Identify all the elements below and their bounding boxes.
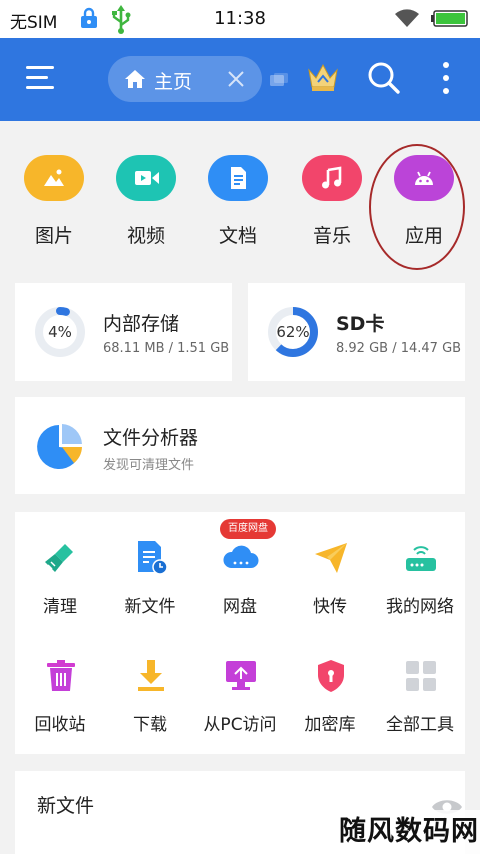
trash-icon <box>47 660 75 691</box>
tool-all-tools[interactable]: 全部工具 <box>375 658 465 758</box>
category-label: 文档 <box>218 225 257 247</box>
pie-chart-icon <box>37 424 82 469</box>
wifi-icon <box>395 9 419 27</box>
storage-detail: 68.11 MB / 1.51 GB <box>103 341 230 356</box>
category-label: 视频 <box>126 225 165 247</box>
home-tab[interactable]: 主页 <box>108 56 262 102</box>
close-icon[interactable] <box>226 69 246 89</box>
document-icon <box>208 155 268 201</box>
file-analyzer-card[interactable]: 文件分析器 发现可清理文件 <box>15 397 465 494</box>
storage-title: SD卡 <box>336 313 385 335</box>
category-label: 音乐 <box>312 225 351 247</box>
tools-grid: 清理 新文件 网盘 快传 我的网络 回收站 下载 从PC访问 加密库 全部工具 <box>15 512 465 754</box>
tool-pc-access[interactable]: 从PC访问 <box>195 658 285 758</box>
category-videos[interactable]: 视频 <box>106 155 186 265</box>
storage-title: 内部存储 <box>103 313 180 335</box>
cloud-disk-badge: 百度网盘 <box>220 519 276 539</box>
internal-storage-card[interactable]: 4% 内部存储 68.11 MB / 1.51 GB <box>15 283 232 381</box>
storage-detail: 8.92 GB / 14.47 GB <box>336 341 462 356</box>
broom-icon <box>45 544 73 572</box>
tabs-icon[interactable] <box>270 73 288 87</box>
battery-icon <box>431 10 468 27</box>
tool-recycle-bin[interactable]: 回收站 <box>15 658 105 758</box>
tool-label: 全部工具 <box>386 715 454 735</box>
menu-icon[interactable] <box>26 62 58 94</box>
category-music[interactable]: 音乐 <box>292 155 372 265</box>
analyzer-subtitle: 发现可清理文件 <box>103 458 195 473</box>
tool-cloud-disk[interactable]: 网盘 <box>195 540 285 640</box>
crown-icon[interactable] <box>306 60 340 94</box>
sd-card-storage-card[interactable]: 62% SD卡 8.92 GB / 14.47 GB <box>248 283 465 381</box>
app-header: 主页 <box>0 38 480 121</box>
home-icon <box>125 70 145 88</box>
more-icon[interactable] <box>436 60 456 96</box>
search-icon[interactable] <box>366 60 402 96</box>
music-icon <box>302 155 362 201</box>
new-files-title: 新文件 <box>37 795 95 817</box>
tool-new-files[interactable]: 新文件 <box>105 540 195 640</box>
download-icon <box>138 660 164 691</box>
tool-label: 我的网络 <box>386 597 454 617</box>
paper-plane-icon <box>315 543 347 573</box>
image-icon <box>24 155 84 201</box>
category-images[interactable]: 图片 <box>14 155 94 265</box>
all-tools-icon <box>406 661 436 691</box>
video-icon <box>116 155 176 201</box>
home-tab-label: 主页 <box>154 71 193 93</box>
highlight-annotation <box>369 144 465 270</box>
vault-icon <box>318 660 344 692</box>
tool-vault[interactable]: 加密库 <box>285 658 375 758</box>
pc-access-icon <box>226 661 256 690</box>
tool-quick-transfer[interactable]: 快传 <box>285 540 375 640</box>
category-documents[interactable]: 文档 <box>198 155 278 265</box>
category-label: 图片 <box>34 225 73 247</box>
watermark: 随风数码网 <box>338 810 480 854</box>
cloud-icon <box>223 545 259 568</box>
storage-percent: 62% <box>276 323 310 341</box>
tool-downloads[interactable]: 下载 <box>105 658 195 758</box>
tool-clean[interactable]: 清理 <box>15 540 105 640</box>
new-file-icon <box>138 541 168 575</box>
status-bar: 无SIM 11:38 <box>0 0 480 38</box>
tool-my-network[interactable]: 我的网络 <box>375 540 465 640</box>
router-icon <box>406 546 436 571</box>
analyzer-title: 文件分析器 <box>103 427 199 449</box>
storage-percent: 4% <box>48 323 72 341</box>
